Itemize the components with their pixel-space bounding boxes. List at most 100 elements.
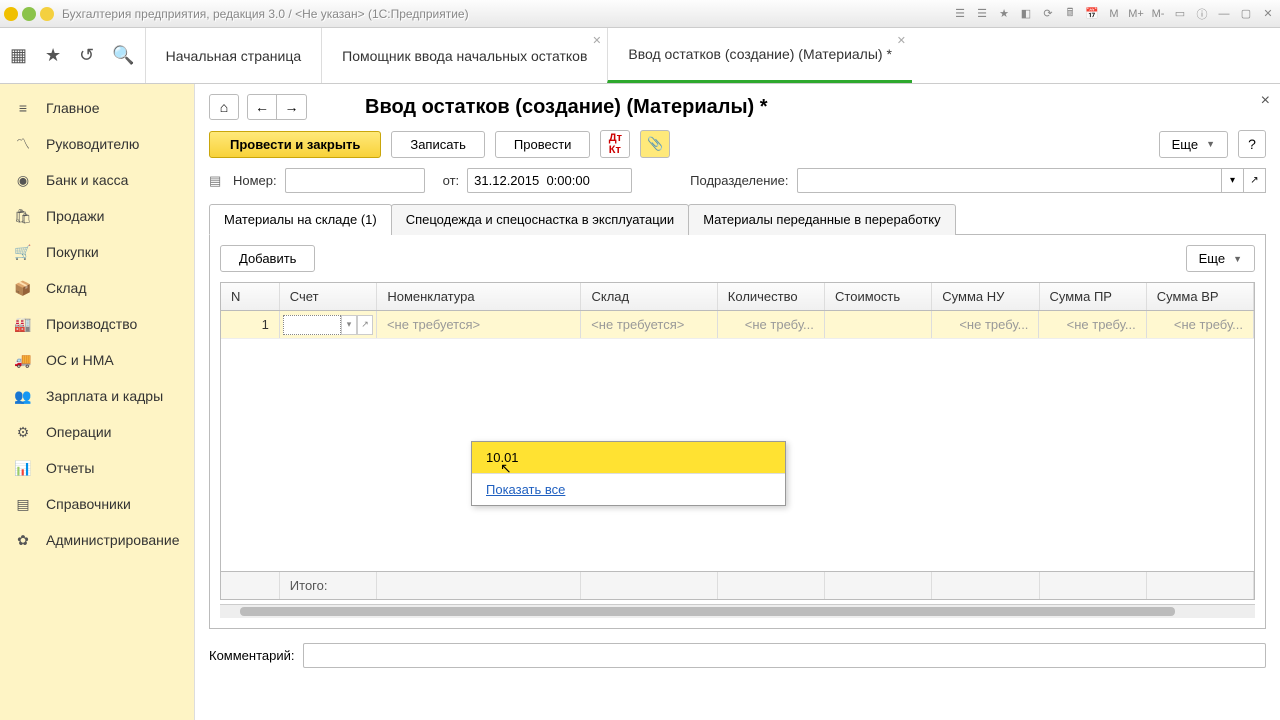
cell-nomenclature[interactable]: <не требуется> — [377, 311, 581, 338]
sidebar-item-production[interactable]: 🏭Производство — [0, 306, 194, 342]
cell-sum-nu[interactable]: <не требу... — [932, 311, 1039, 338]
attach-button[interactable]: 📎 — [640, 130, 670, 158]
dept-input[interactable] — [797, 168, 1222, 193]
col-n[interactable]: N — [221, 283, 280, 310]
cell-account[interactable]: ▾ ↗ — [280, 311, 377, 338]
forward-button[interactable]: → — [277, 94, 307, 120]
home-button[interactable]: ⌂ — [209, 94, 239, 120]
account-input[interactable] — [283, 315, 341, 335]
cell-sum-vr[interactable]: <не требу... — [1147, 311, 1254, 338]
tab-label: Начальная страница — [166, 48, 301, 64]
sidebar-item-label: Отчеты — [46, 460, 94, 476]
minimize-icon[interactable]: — — [1216, 6, 1232, 22]
sidebar-item-catalogs[interactable]: ▤Справочники — [0, 486, 194, 522]
dept-label: Подразделение: — [690, 173, 788, 188]
sidebar-item-bank[interactable]: ◉Банк и касса — [0, 162, 194, 198]
post-and-close-button[interactable]: Провести и закрыть — [209, 131, 381, 158]
date-input[interactable] — [467, 168, 632, 193]
toolbar-icon[interactable]: ★ — [996, 6, 1012, 22]
sidebar-item-warehouse[interactable]: 📦Склад — [0, 270, 194, 306]
cell-n[interactable]: 1 — [221, 311, 280, 338]
col-sum-vr[interactable]: Сумма ВР — [1147, 283, 1254, 310]
col-sum-nu[interactable]: Сумма НУ — [932, 283, 1039, 310]
close-icon[interactable]: ✕ — [897, 34, 906, 47]
chart-icon: 〽 — [14, 135, 32, 153]
add-button[interactable]: Добавить — [220, 245, 315, 272]
toolbar-icon[interactable]: M — [1106, 6, 1122, 22]
open-icon[interactable]: ↗ — [357, 315, 373, 335]
more-label: Еще — [1172, 137, 1198, 152]
col-sum-pr[interactable]: Сумма ПР — [1040, 283, 1147, 310]
sidebar-item-reports[interactable]: 📊Отчеты — [0, 450, 194, 486]
col-warehouse[interactable]: Склад — [581, 283, 717, 310]
sidebar-item-operations[interactable]: ⚙Операции — [0, 414, 194, 450]
search-icon[interactable]: 🔍 — [112, 45, 134, 66]
toolbar-icon[interactable]: M- — [1150, 6, 1166, 22]
col-quantity[interactable]: Количество — [718, 283, 825, 310]
col-cost[interactable]: Стоимость — [825, 283, 932, 310]
sidebar-item-admin[interactable]: ✿Администрирование — [0, 522, 194, 558]
cell-cost[interactable] — [825, 311, 932, 338]
sidebar-item-main[interactable]: ≡Главное — [0, 90, 194, 126]
star-icon[interactable]: ★ — [45, 45, 61, 66]
dropdown-option[interactable]: 10.01 — [472, 442, 785, 473]
cart-icon: 🛒 — [14, 243, 32, 261]
toolbar-icon[interactable]: 📅 — [1084, 6, 1100, 22]
close-icon[interactable]: ✕ — [592, 34, 601, 47]
tab-start-page[interactable]: Начальная страница — [145, 28, 321, 83]
more-button[interactable]: Еще — [1159, 131, 1228, 158]
toolbar-icon[interactable]: ▭ — [1172, 6, 1188, 22]
sidebar-item-label: Покупки — [46, 244, 99, 260]
tab-materials-processing[interactable]: Материалы переданные в переработку — [688, 204, 955, 235]
history-icon[interactable]: ↺ — [79, 45, 94, 66]
foot-blank — [932, 572, 1039, 599]
dept-open-button[interactable]: ↗ — [1244, 168, 1266, 193]
close-icon[interactable]: ✕ — [1260, 6, 1276, 22]
toolbar-icon[interactable]: ◧ — [1018, 6, 1034, 22]
movements-button[interactable]: ДтКт — [600, 130, 630, 158]
toolbar-icon[interactable]: M+ — [1128, 6, 1144, 22]
toolbar-icon[interactable]: ☰ — [952, 6, 968, 22]
toolbar-icon[interactable]: 🖩 — [1062, 6, 1078, 22]
itab-label: Материалы на складе (1) — [224, 212, 377, 227]
toolbar-icon[interactable]: ☰ — [974, 6, 990, 22]
sidebar-item-purchases[interactable]: 🛒 Покупки — [0, 234, 194, 270]
sidebar-item-label: Руководителю — [46, 136, 139, 152]
sidebar-item-manager[interactable]: 〽 Руководителю — [0, 126, 194, 162]
help-button[interactable]: ? — [1238, 130, 1266, 158]
sidebar-item-assets[interactable]: 🚚ОС и НМА — [0, 342, 194, 378]
grid-icon[interactable]: ▦ — [10, 45, 27, 66]
cell-warehouse[interactable]: <не требуется> — [581, 311, 717, 338]
back-button[interactable]: ← — [247, 94, 277, 120]
grid-more-button[interactable]: Еще — [1186, 245, 1255, 272]
horizontal-scrollbar[interactable] — [220, 604, 1255, 618]
col-account[interactable]: Счет — [280, 283, 378, 310]
tab-workwear[interactable]: Спецодежда и спецоснастка в эксплуатации — [391, 204, 689, 235]
dept-dropdown-button[interactable]: ▾ — [1222, 168, 1244, 193]
scroll-thumb[interactable] — [240, 607, 1175, 616]
box-icon: 📦 — [14, 279, 32, 297]
sidebar: ≡Главное 〽 Руководителю ◉Банк и касса 🛍Пр… — [0, 84, 195, 720]
tab-materials-stock[interactable]: Материалы на складе (1) — [209, 204, 392, 235]
post-button[interactable]: Провести — [495, 131, 591, 158]
cell-sum-pr[interactable]: <не требу... — [1039, 311, 1146, 338]
grid-footer: Итого: — [221, 571, 1254, 599]
books-icon: ▤ — [14, 495, 32, 513]
help-icon[interactable]: ⓘ — [1194, 6, 1210, 22]
col-nomenclature[interactable]: Номенклатура — [377, 283, 581, 310]
dropdown-icon[interactable]: ▾ — [341, 315, 357, 335]
toolbar-icon[interactable]: ⟳ — [1040, 6, 1056, 22]
tab-entry-balances[interactable]: Ввод остатков (создание) (Материалы) * ✕ — [607, 28, 912, 83]
tab-assistant[interactable]: Помощник ввода начальных остатков ✕ — [321, 28, 607, 83]
table-row[interactable]: 1 ▾ ↗ <не требуется> <не требуется> <не … — [221, 311, 1254, 339]
close-page-icon[interactable]: × — [1261, 92, 1270, 110]
number-input[interactable] — [285, 168, 425, 193]
sidebar-item-hr[interactable]: 👥Зарплата и кадры — [0, 378, 194, 414]
comment-input[interactable] — [303, 643, 1267, 668]
save-button[interactable]: Записать — [391, 131, 485, 158]
bag-icon: 🛍 — [14, 207, 32, 225]
dropdown-show-all[interactable]: Показать все — [472, 473, 785, 505]
cell-quantity[interactable]: <не требу... — [718, 311, 825, 338]
sidebar-item-sales[interactable]: 🛍Продажи — [0, 198, 194, 234]
maximize-icon[interactable]: ▢ — [1238, 6, 1254, 22]
